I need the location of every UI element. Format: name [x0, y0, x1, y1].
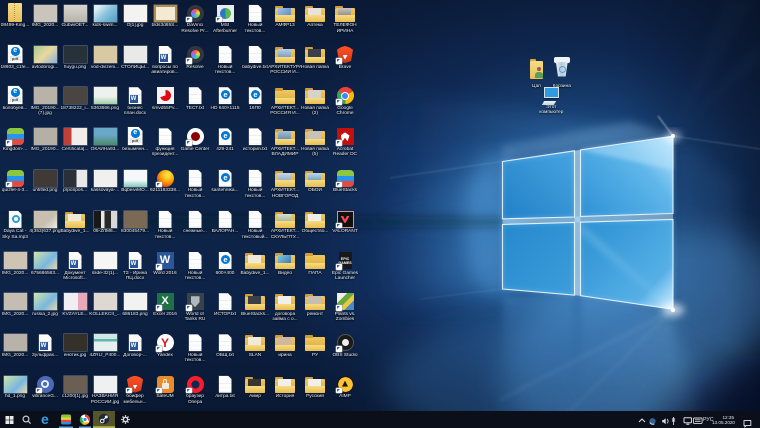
svg-text:e: e: [41, 411, 49, 427]
